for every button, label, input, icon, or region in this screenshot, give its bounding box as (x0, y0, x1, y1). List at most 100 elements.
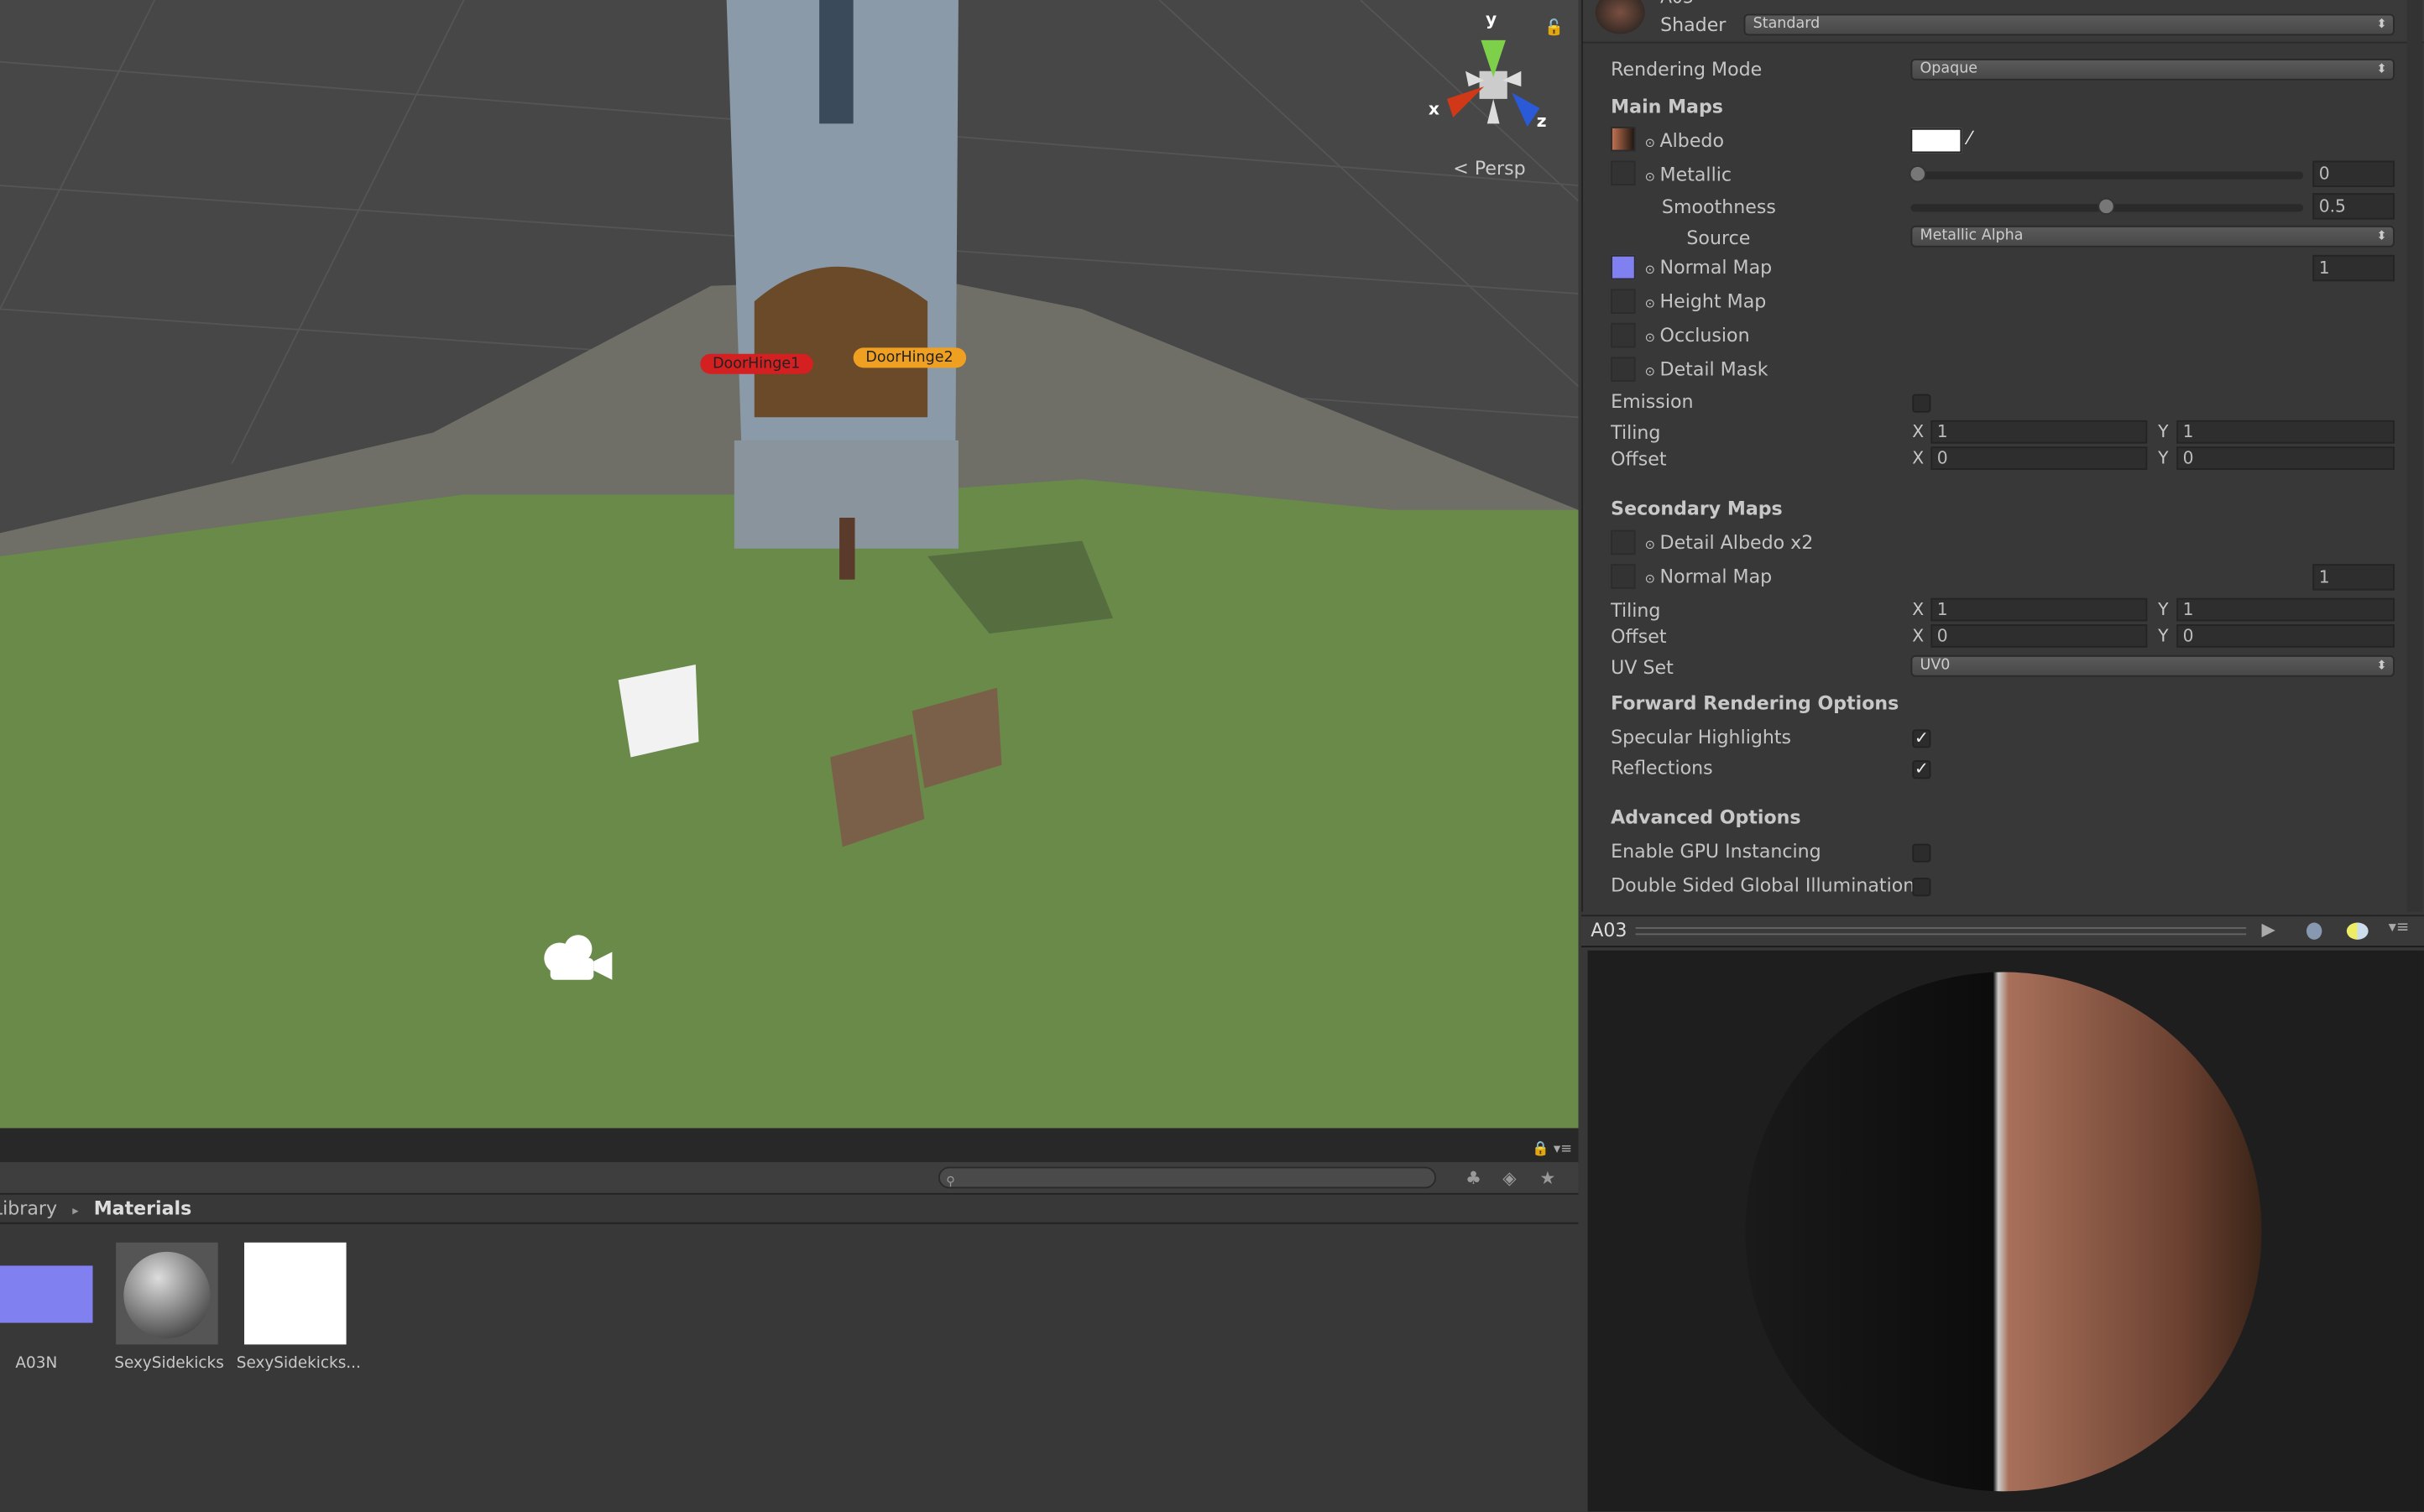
detail-albedo-label[interactable]: ⊙ Detail Albedo x2 (1645, 532, 1814, 554)
detail-normal-scale-field[interactable]: 1 (2312, 564, 2395, 591)
orientation-gizmo[interactable]: y x z (1422, 9, 1561, 136)
specular-highlights-label: Specular Highlights (1611, 726, 1792, 748)
gpu-instancing-label: Enable GPU Instancing (1611, 840, 1821, 863)
uv-set-dropdown[interactable]: UV0 (1910, 654, 2395, 677)
detail-normal-slot[interactable] (1611, 564, 1636, 589)
smoothness-field[interactable]: 0.5 (2312, 193, 2395, 220)
tiling-x-field[interactable]: 1 (1930, 420, 2148, 444)
door-hinge-1-label[interactable]: DoorHinge1 (700, 353, 813, 374)
breadcrumb-materials[interactable]: Materials (94, 1197, 192, 1219)
occlusion-label[interactable]: ⊙ Occlusion (1645, 325, 1750, 347)
reflections-checkbox[interactable]: ✓ (1912, 760, 1931, 779)
projection-toggle[interactable]: < Persp (1453, 158, 1525, 180)
metallic-label[interactable]: ⊙ Metallic (1645, 164, 1732, 185)
x-label: X (1912, 599, 1925, 620)
asset-thumb-a03n[interactable] (0, 1265, 93, 1323)
panel-menu-icon[interactable]: 🔒 ▾≡ (1532, 1142, 1572, 1157)
forward-rendering-header: Forward Rendering Options (1611, 692, 1899, 714)
double-sided-gi-checkbox[interactable] (1912, 878, 1931, 897)
preview-title: A03 (1591, 919, 1627, 941)
preview-header[interactable]: A03 ▶ ▾≡ (1581, 915, 2424, 948)
specular-highlights-checkbox[interactable]: ✓ (1912, 729, 1931, 748)
door-hinge-2-label[interactable]: DoorHinge2 (853, 347, 966, 368)
normal-map-slot[interactable] (1611, 254, 1636, 280)
search-input[interactable]: ⚲ (938, 1166, 1437, 1189)
detail-mask-label[interactable]: ⊙ Detail Mask (1645, 358, 1768, 380)
material-header: A03 Shader Standard (1583, 0, 2424, 44)
detail-mask-slot[interactable] (1611, 357, 1636, 382)
normal-map-label[interactable]: ⊙ Normal Map (1645, 257, 1773, 279)
shader-label: Shader (1660, 13, 1727, 36)
occlusion-slot[interactable] (1611, 322, 1636, 348)
sphere-preview-icon[interactable] (2306, 922, 2322, 940)
scene-view[interactable]: DoorHinge1 DoorHinge2 y x z 🔓 < Persp (0, 0, 1579, 1129)
tiling2-x-field[interactable]: 1 (1930, 597, 2148, 622)
source-dropdown[interactable]: Metallic Alpha (1910, 225, 2395, 248)
inspector-scrollbar[interactable] (2406, 0, 2423, 912)
normal-scale-field[interactable]: 1 (2312, 254, 2395, 282)
offset2-y-field[interactable]: 0 (2176, 624, 2395, 648)
preview-menu-icon[interactable]: ▾≡ (2389, 920, 2410, 936)
material-preview[interactable] (1587, 950, 2424, 1512)
metallic-slider[interactable] (1909, 165, 2304, 183)
preview-drag-handle[interactable] (1635, 927, 2247, 936)
breadcrumb-library[interactable]: Library (0, 1197, 57, 1219)
scene-render (0, 0, 1579, 1129)
picker-icon: ⊙ (1644, 263, 1656, 277)
breadcrumb: Library ▸ Materials (0, 1195, 1579, 1224)
asset-label[interactable]: SexySidekicks... (237, 1355, 361, 1372)
offset2-x-field[interactable]: 0 (1930, 624, 2148, 648)
emission-checkbox[interactable] (1912, 394, 1931, 413)
x-label: X (1912, 421, 1925, 442)
preview-sphere (1745, 972, 2262, 1492)
height-map-slot[interactable] (1611, 289, 1636, 314)
albedo-label[interactable]: ⊙ Albedo (1645, 130, 1724, 152)
slider-handle[interactable] (1909, 165, 1926, 183)
secondary-maps-header: Secondary Maps (1611, 498, 1783, 519)
search-icon: ⚲ (946, 1174, 955, 1189)
x-label: X (1912, 448, 1925, 469)
asset-label[interactable]: A03N (15, 1355, 57, 1372)
tiling-y-field[interactable]: 1 (2176, 420, 2395, 444)
detail-albedo-slot[interactable] (1611, 529, 1636, 555)
filter-type-icon[interactable]: ♣ (1465, 1167, 1481, 1189)
picker-icon: ⊙ (1644, 571, 1656, 587)
tiling2-y-field[interactable]: 1 (2176, 597, 2395, 622)
metallic-texture-slot[interactable] (1611, 160, 1636, 186)
asset-label[interactable]: SexySidekicks (114, 1355, 224, 1372)
albedo-color-swatch[interactable] (1910, 128, 1962, 154)
smoothness-slider[interactable] (1910, 197, 2304, 216)
offset2-label: Offset (1611, 625, 1667, 648)
rendering-mode-label: Rendering Mode (1611, 58, 1763, 81)
offset-label: Offset (1611, 448, 1667, 470)
shader-dropdown[interactable]: Standard (1743, 13, 2395, 36)
material-title: A03 (1660, 0, 1694, 8)
gizmo-x-label: x (1428, 98, 1439, 119)
advanced-options-header: Advanced Options (1611, 806, 1801, 829)
smoothness-label: Smoothness (1661, 196, 1776, 218)
asset-thumb-texture[interactable] (244, 1242, 347, 1345)
light-toggle-icon[interactable] (2346, 922, 2369, 940)
play-icon[interactable]: ▶ (2262, 918, 2275, 940)
albedo-texture-slot[interactable] (1611, 127, 1636, 152)
picker-icon: ⊙ (1644, 331, 1656, 345)
reflections-label: Reflections (1611, 757, 1713, 779)
gpu-instancing-checkbox[interactable] (1912, 843, 1931, 863)
rendering-mode-dropdown[interactable]: Opaque (1910, 58, 2395, 81)
slider-handle[interactable] (2097, 197, 2115, 216)
offset-y-field[interactable]: 0 (2176, 446, 2395, 470)
height-map-label[interactable]: ⊙ Height Map (1645, 290, 1767, 312)
asset-thumb-sexysidekicks[interactable] (116, 1242, 218, 1345)
favorite-star-icon[interactable]: ★ (1539, 1167, 1555, 1189)
lock-icon[interactable]: 🔓 (1544, 20, 1564, 37)
eyedropper-icon[interactable]: ⁄ (1968, 127, 1972, 149)
character (839, 518, 855, 580)
filter-label-icon[interactable]: ◈ (1502, 1167, 1516, 1189)
detail-normal-label[interactable]: ⊙ Normal Map (1645, 566, 1773, 587)
metallic-field[interactable]: 0 (2312, 160, 2395, 187)
camera-icon[interactable] (538, 931, 615, 986)
offset-x-field[interactable]: 0 (1930, 446, 2148, 470)
picker-icon: ⊙ (1644, 537, 1656, 552)
y-label: Y (2158, 625, 2169, 646)
projection-label: Persp (1474, 157, 1526, 180)
